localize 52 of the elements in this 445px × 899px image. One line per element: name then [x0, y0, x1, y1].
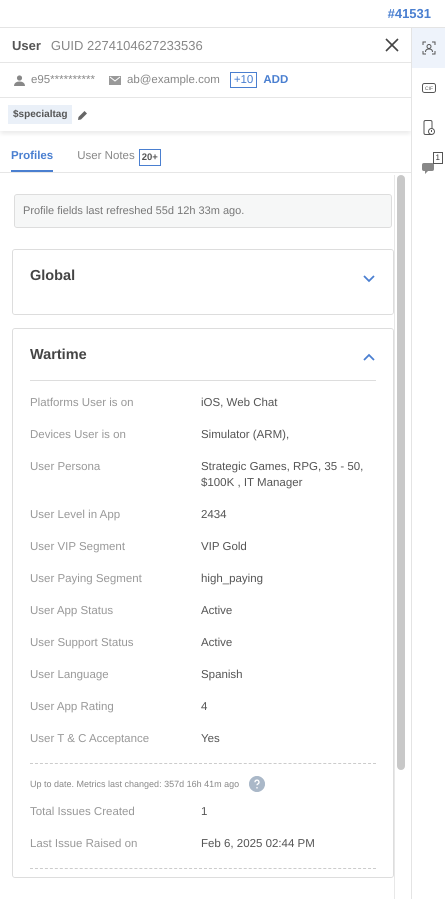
- tab[interactable]: User Notes 20+: [77, 149, 161, 172]
- field-label: Devices User is on: [30, 428, 127, 443]
- pencil-icon[interactable]: [78, 110, 88, 120]
- more-contacts-button[interactable]: +10: [230, 72, 258, 88]
- field-value: Spanish: [201, 668, 244, 683]
- field-value: 4: [201, 700, 208, 715]
- tag: $specialtag: [8, 105, 72, 124]
- phone-icon: [422, 120, 435, 136]
- chat-icon: [422, 161, 436, 175]
- panel-title: User: [12, 38, 41, 52]
- sidebar-tab[interactable]: [412, 28, 445, 68]
- refresh-notice: Profile fields last refreshed 55d 12h 33m ago.: [14, 194, 392, 228]
- field-label: User VIP Segment: [30, 540, 126, 555]
- field-value: Active: [201, 604, 234, 619]
- profile-scan-icon: [422, 41, 436, 55]
- field-label: User Persona: [30, 460, 102, 475]
- email-text: ab@example.com: [126, 74, 220, 86]
- mail-icon: [108, 76, 121, 84]
- field-value: VIP Gold: [201, 540, 248, 555]
- count-badge: 1: [432, 152, 443, 164]
- add-link[interactable]: ADD: [263, 74, 288, 86]
- metric-value: 1: [201, 805, 208, 820]
- metric-label: Total Issues Created: [30, 805, 136, 820]
- field-value: Simulator (ARM),: [201, 428, 290, 443]
- count-badge: 20+: [138, 149, 161, 166]
- field-value: iOS, Web Chat: [201, 396, 278, 411]
- field-label: User Language: [30, 668, 110, 683]
- sidebar-tab[interactable]: 1: [412, 148, 445, 188]
- field-value: high_paying: [201, 572, 264, 587]
- field-value: 2434: [201, 508, 228, 523]
- field-label: Platforms User is on: [30, 396, 135, 411]
- field-label: User App Status: [30, 604, 114, 619]
- field-value: Active: [201, 636, 234, 651]
- section-title: Wartime: [30, 346, 87, 362]
- tab[interactable]: Profiles: [11, 150, 54, 172]
- username-text: e95**********: [31, 74, 95, 86]
- field-value: Yes: [201, 732, 221, 747]
- field-label: User Paying Segment: [30, 572, 143, 587]
- field-label: User Level in App: [30, 508, 122, 523]
- ticket-id: #41531: [388, 6, 431, 21]
- field-label: User T & C Acceptance: [30, 732, 150, 747]
- person-icon: [14, 74, 25, 86]
- section-title: Global: [30, 268, 76, 284]
- metrics-note: Up to date. Metrics last changed: 357d 16h 41m ago: [30, 779, 240, 789]
- guid-text: GUID 2274104627233536: [50, 38, 204, 52]
- metric-value: Feb 6, 2025 02:44 PM: [201, 837, 316, 852]
- field-label: User App Rating: [30, 700, 115, 715]
- metric-label: Last Issue Raised on: [30, 837, 138, 852]
- scrollbar-thumb[interactable]: [397, 175, 406, 770]
- field-value: Strategic Games, RPG, 35 - 50, $100K , IT Manager: [201, 460, 364, 491]
- close-icon[interactable]: [385, 38, 400, 52]
- field-label: User Support Status: [30, 636, 135, 651]
